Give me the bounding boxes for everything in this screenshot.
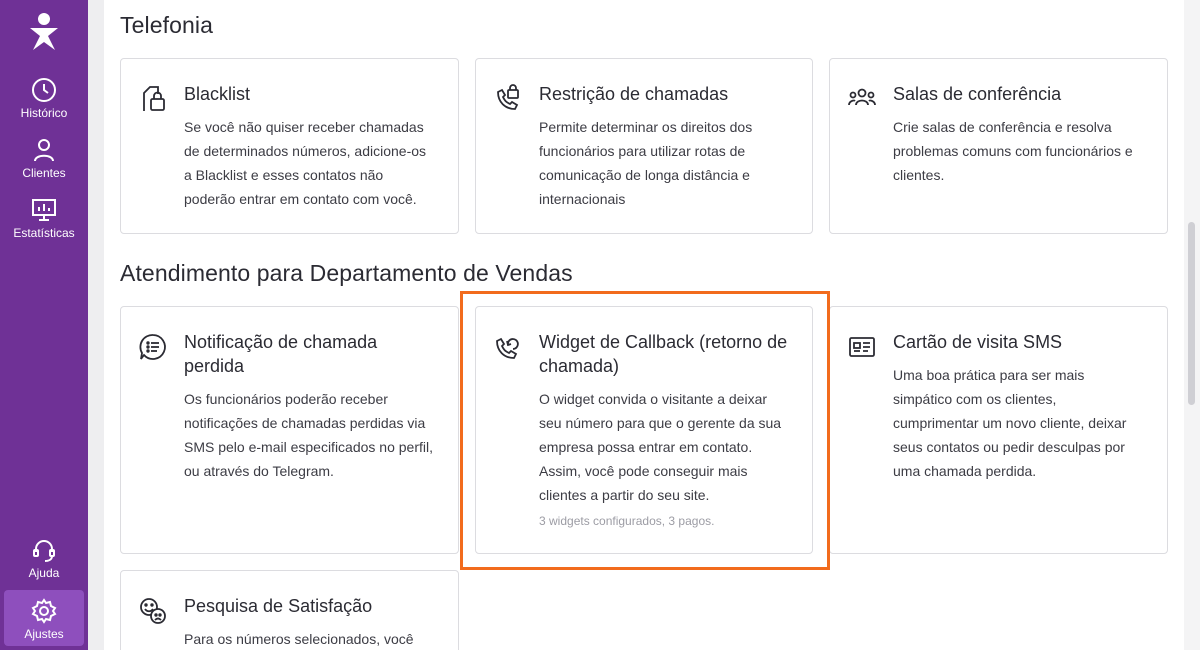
lock-file-icon xyxy=(143,86,165,111)
card-description: Os funcionários poderão receber notifica… xyxy=(184,391,434,479)
sidebar: Histórico Clientes Estatísticas Ajuda Aj… xyxy=(0,0,88,650)
card-restricao-chamadas[interactable]: Restrição de chamadas Permite determinar… xyxy=(475,58,813,234)
card-meta: 3 widgets configurados, 3 pagos. xyxy=(539,514,715,528)
card-title: Restrição de chamadas xyxy=(539,84,729,104)
sidebar-item-label: Clientes xyxy=(22,166,66,180)
sidebar-item-clientes[interactable]: Clientes xyxy=(4,130,84,184)
chart-icon xyxy=(32,199,56,221)
scrollbar-thumb[interactable] xyxy=(1188,222,1195,405)
sidebar-item-label: Ajustes xyxy=(24,627,64,641)
phone-callback-icon xyxy=(496,337,519,359)
sidebar-item-label: Ajuda xyxy=(28,566,60,580)
sidebar-item-label: Histórico xyxy=(20,106,68,120)
sidebar-item-ajuda[interactable]: Ajuda xyxy=(4,530,84,584)
card-description: O widget convida o visitante a deixar se… xyxy=(539,391,782,503)
section-title-telefonia: Telefonia xyxy=(120,12,213,38)
card-cartao-visita-sms[interactable]: Cartão de visita SMS Uma boa prática par… xyxy=(829,306,1168,554)
card-pesquisa-satisfacao[interactable]: Pesquisa de Satisfação Para os números s… xyxy=(120,570,459,650)
headset-icon xyxy=(33,540,55,562)
card-description: Crie salas de conferência e resolva prob… xyxy=(893,119,1133,183)
clock-icon xyxy=(32,78,56,102)
sidebar-item-ajustes[interactable]: Ajustes xyxy=(4,590,84,646)
card-salas-conferencia[interactable]: Salas de conferência Crie salas de confe… xyxy=(829,58,1168,234)
card-title: Salas de conferência xyxy=(893,84,1062,104)
group-icon xyxy=(848,88,876,106)
user-icon xyxy=(34,139,54,162)
card-title: Widget de Callback (retorno de chamada) xyxy=(539,332,788,376)
card-title: Blacklist xyxy=(184,84,251,104)
gutter xyxy=(88,0,104,650)
smiley-faces-icon xyxy=(140,598,166,624)
card-title: Pesquisa de Satisfação xyxy=(184,596,373,616)
sidebar-item-historico[interactable]: Histórico xyxy=(4,70,84,124)
logo-icon[interactable] xyxy=(26,12,62,52)
section-title-vendas: Atendimento para Departamento de Vendas xyxy=(120,260,573,286)
sidebar-item-estatisticas[interactable]: Estatísticas xyxy=(4,190,84,244)
scrollbar[interactable] xyxy=(1184,0,1200,650)
card-title: Notificação de chamada perdida xyxy=(184,332,378,376)
main-content: Telefonia Blacklist Se você não quiser r… xyxy=(104,0,1184,650)
card-widget-callback[interactable]: Widget de Callback (retorno de chamada) … xyxy=(475,306,813,554)
card-description: Para os números selecionados, você xyxy=(184,631,414,647)
gear-icon xyxy=(31,598,57,624)
card-description: Permite determinar os direitos dos funci… xyxy=(539,119,753,207)
card-blacklist[interactable]: Blacklist Se você não quiser receber cha… xyxy=(120,58,459,234)
chat-list-icon xyxy=(139,334,166,360)
phone-lock-icon xyxy=(497,84,519,110)
card-description: Uma boa prática para ser mais simpático … xyxy=(893,367,1127,479)
id-card-icon xyxy=(849,337,875,357)
card-description: Se você não quiser receber chamadas de d… xyxy=(184,119,427,207)
sidebar-item-label: Estatísticas xyxy=(13,226,75,240)
card-notificacao-chamada-perdida[interactable]: Notificação de chamada perdida Os funcio… xyxy=(120,306,459,554)
card-title: Cartão de visita SMS xyxy=(893,332,1063,352)
